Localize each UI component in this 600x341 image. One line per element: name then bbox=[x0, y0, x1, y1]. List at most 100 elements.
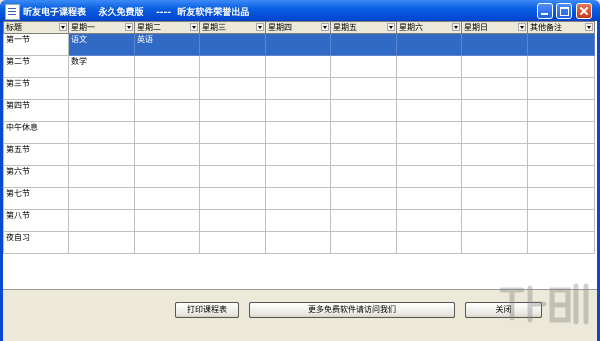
schedule-cell[interactable] bbox=[461, 55, 528, 78]
schedule-cell[interactable] bbox=[461, 231, 528, 254]
table-row[interactable]: 夜自习 bbox=[3, 231, 595, 254]
column-header[interactable]: 星期一 bbox=[68, 21, 135, 34]
schedule-cell[interactable] bbox=[527, 209, 595, 232]
schedule-cell[interactable] bbox=[134, 121, 200, 144]
chevron-down-icon[interactable] bbox=[518, 23, 526, 31]
table-row[interactable]: 第七节 bbox=[3, 187, 595, 210]
schedule-cell[interactable] bbox=[330, 99, 397, 122]
schedule-cell[interactable] bbox=[396, 165, 462, 188]
schedule-cell[interactable] bbox=[265, 55, 331, 78]
schedule-cell[interactable] bbox=[134, 209, 200, 232]
chevron-down-icon[interactable] bbox=[321, 23, 329, 31]
schedule-cell[interactable] bbox=[265, 121, 331, 144]
schedule-cell[interactable] bbox=[461, 33, 528, 56]
schedule-cell[interactable] bbox=[68, 77, 135, 100]
schedule-cell[interactable] bbox=[461, 187, 528, 210]
schedule-cell[interactable] bbox=[265, 187, 331, 210]
column-header[interactable]: 星期二 bbox=[134, 21, 200, 34]
schedule-cell[interactable] bbox=[134, 55, 200, 78]
schedule-cell[interactable] bbox=[68, 143, 135, 166]
schedule-cell[interactable] bbox=[199, 121, 266, 144]
schedule-cell[interactable] bbox=[527, 121, 595, 144]
table-row[interactable]: 第八节 bbox=[3, 209, 595, 232]
close-window-button[interactable] bbox=[576, 3, 592, 19]
schedule-cell[interactable] bbox=[330, 121, 397, 144]
table-row[interactable]: 中午休息 bbox=[3, 121, 595, 144]
schedule-cell[interactable] bbox=[330, 165, 397, 188]
schedule-cell[interactable] bbox=[134, 187, 200, 210]
chevron-down-icon[interactable] bbox=[190, 23, 198, 31]
schedule-cell[interactable] bbox=[68, 231, 135, 254]
schedule-cell[interactable] bbox=[68, 209, 135, 232]
column-header[interactable]: 标题 bbox=[3, 21, 69, 34]
schedule-cell[interactable] bbox=[461, 99, 528, 122]
schedule-cell[interactable] bbox=[527, 231, 595, 254]
schedule-cell[interactable] bbox=[330, 77, 397, 100]
schedule-cell[interactable] bbox=[461, 209, 528, 232]
column-header[interactable]: 其他备注 bbox=[527, 21, 595, 34]
schedule-cell[interactable] bbox=[265, 33, 331, 56]
column-header[interactable]: 星期日 bbox=[461, 21, 528, 34]
schedule-cell[interactable] bbox=[199, 77, 266, 100]
schedule-cell[interactable] bbox=[199, 33, 266, 56]
more-software-button[interactable]: 更多免费软件请访问我们 bbox=[249, 302, 455, 318]
table-row[interactable]: 第五节 bbox=[3, 143, 595, 166]
chevron-down-icon[interactable] bbox=[387, 23, 395, 31]
table-row[interactable]: 第四节 bbox=[3, 99, 595, 122]
schedule-cell[interactable] bbox=[527, 187, 595, 210]
schedule-cell[interactable] bbox=[527, 143, 595, 166]
schedule-cell[interactable] bbox=[134, 231, 200, 254]
schedule-cell[interactable] bbox=[527, 33, 595, 56]
title-bar[interactable]: 昕友电子课程表 永久免费版 ---- 昕友软件荣誉出品 bbox=[0, 0, 600, 22]
chevron-down-icon[interactable] bbox=[585, 23, 593, 31]
minimize-button[interactable] bbox=[537, 3, 553, 19]
schedule-cell[interactable] bbox=[461, 77, 528, 100]
table-row[interactable]: 第一节 语文 英语 bbox=[3, 33, 595, 56]
schedule-cell[interactable] bbox=[199, 55, 266, 78]
table-row[interactable]: 第二节 数学 bbox=[3, 55, 595, 78]
schedule-cell[interactable] bbox=[396, 77, 462, 100]
schedule-cell[interactable] bbox=[134, 165, 200, 188]
schedule-cell[interactable] bbox=[527, 165, 595, 188]
schedule-cell[interactable] bbox=[396, 209, 462, 232]
schedule-cell[interactable] bbox=[265, 77, 331, 100]
schedule-cell[interactable] bbox=[396, 55, 462, 78]
schedule-cell[interactable] bbox=[199, 187, 266, 210]
schedule-cell[interactable] bbox=[330, 55, 397, 78]
schedule-grid[interactable]: 标题 星期一 星期二 星期三 星期四 星期五 星期六 星期日 其他备注 第一节 语文 英语 第二节 数学… bbox=[3, 21, 597, 290]
schedule-cell[interactable] bbox=[134, 99, 200, 122]
schedule-cell[interactable] bbox=[199, 231, 266, 254]
schedule-cell[interactable] bbox=[199, 143, 266, 166]
schedule-cell[interactable] bbox=[330, 143, 397, 166]
column-header[interactable]: 星期三 bbox=[199, 21, 266, 34]
table-row[interactable]: 第三节 bbox=[3, 77, 595, 100]
column-header[interactable]: 星期六 bbox=[396, 21, 462, 34]
schedule-cell[interactable] bbox=[68, 99, 135, 122]
chevron-down-icon[interactable] bbox=[59, 23, 67, 31]
schedule-cell[interactable] bbox=[134, 143, 200, 166]
schedule-cell[interactable] bbox=[265, 209, 331, 232]
schedule-cell[interactable] bbox=[461, 143, 528, 166]
schedule-cell[interactable] bbox=[396, 99, 462, 122]
schedule-cell[interactable]: 语文 bbox=[68, 33, 135, 56]
schedule-cell[interactable] bbox=[68, 187, 135, 210]
schedule-cell[interactable] bbox=[330, 33, 397, 56]
table-row[interactable]: 第六节 bbox=[3, 165, 595, 188]
schedule-cell[interactable] bbox=[265, 99, 331, 122]
schedule-cell[interactable]: 数学 bbox=[68, 55, 135, 78]
schedule-cell[interactable] bbox=[265, 231, 331, 254]
column-header[interactable]: 星期四 bbox=[265, 21, 331, 34]
schedule-cell[interactable] bbox=[330, 187, 397, 210]
schedule-cell[interactable] bbox=[330, 209, 397, 232]
chevron-down-icon[interactable] bbox=[452, 23, 460, 31]
schedule-cell[interactable] bbox=[396, 121, 462, 144]
schedule-cell[interactable] bbox=[396, 231, 462, 254]
print-schedule-button[interactable]: 打印课程表 bbox=[175, 302, 239, 318]
schedule-cell[interactable] bbox=[199, 165, 266, 188]
schedule-cell[interactable]: 英语 bbox=[134, 33, 200, 56]
chevron-down-icon[interactable] bbox=[125, 23, 133, 31]
schedule-cell[interactable] bbox=[265, 165, 331, 188]
schedule-cell[interactable] bbox=[68, 165, 135, 188]
schedule-cell[interactable] bbox=[68, 121, 135, 144]
schedule-cell[interactable] bbox=[527, 55, 595, 78]
